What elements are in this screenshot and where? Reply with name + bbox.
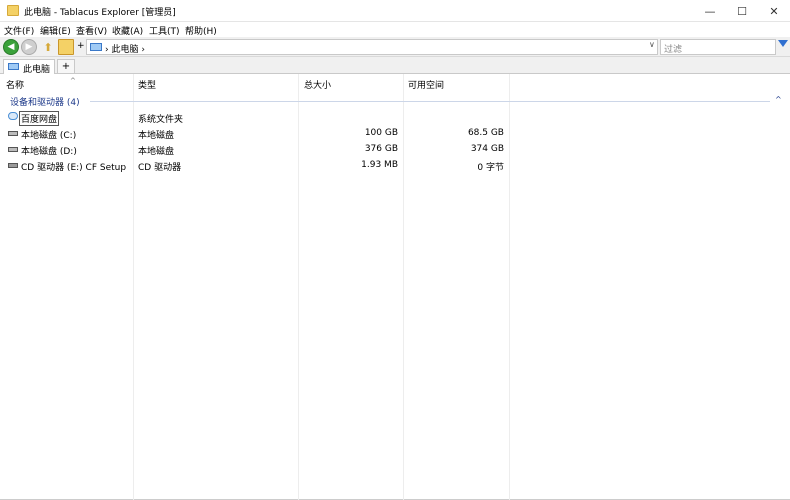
item-name: 本地磁盘 (D:) — [21, 147, 77, 157]
title-bar: 此电脑 - Tablacus Explorer [管理员] — ☐ ✕ — [0, 0, 790, 22]
item-type: 系统文件夹 — [138, 115, 184, 125]
item-type: CD 驱动器 — [138, 163, 182, 173]
folder-tree-icon[interactable] — [58, 39, 74, 55]
item-total-size: 376 GB — [364, 144, 398, 154]
add-button[interactable]: + — [77, 41, 85, 51]
toolbar: ◀ ▶ ⬆ + › 此电脑 › 过滤 — [0, 37, 790, 57]
minimize-button[interactable]: — — [694, 0, 726, 22]
filter-icon[interactable] — [778, 40, 788, 47]
up-folder-icon[interactable]: ⬆ — [40, 39, 56, 55]
sort-ascending-icon: ^ — [70, 77, 76, 85]
column-header-free-space[interactable]: 可用空间 — [408, 78, 444, 91]
list-item[interactable]: 本地磁盘 (C:) 本地磁盘 100 GB 68.5 GB — [0, 125, 790, 141]
address-bar[interactable]: › 此电脑 › — [86, 39, 658, 55]
menu-help[interactable]: 帮助(H) — [185, 24, 217, 37]
item-type: 本地磁盘 — [138, 147, 175, 157]
item-name: CD 驱动器 (E:) CF Setup — [21, 163, 127, 173]
address-dropdown-icon[interactable]: ∨ — [649, 40, 659, 54]
forward-button[interactable]: ▶ — [21, 39, 37, 55]
menu-edit[interactable]: 编辑(E) — [40, 24, 71, 37]
tab-strip: 此电脑 + — [0, 57, 790, 75]
close-button[interactable]: ✕ — [758, 0, 790, 22]
computer-icon — [8, 63, 19, 70]
item-total-size: 1.93 MB — [361, 160, 398, 170]
new-tab-button[interactable]: + — [57, 59, 75, 74]
item-free-space: 68.5 GB — [467, 128, 504, 138]
menu-view[interactable]: 查看(V) — [76, 24, 107, 37]
hard-drive-icon — [8, 131, 18, 136]
computer-icon — [90, 43, 102, 51]
tab-this-pc[interactable]: 此电脑 — [3, 59, 55, 75]
menu-bar: 文件(F) 编辑(E) 查看(V) 收藏(A) 工具(T) 帮助(H) — [0, 22, 790, 37]
column-header-total-size[interactable]: 总大小 — [304, 78, 331, 91]
back-button[interactable]: ◀ — [3, 39, 19, 55]
address-path[interactable]: › 此电脑 › — [105, 42, 145, 55]
list-item[interactable]: 百度网盘 系统文件夹 — [0, 109, 790, 126]
filter-input[interactable]: 过滤 — [660, 39, 776, 55]
filter-placeholder: 过滤 — [664, 45, 683, 55]
group-header[interactable]: 设备和驱动器 (4) — [10, 95, 80, 108]
maximize-button[interactable]: ☐ — [726, 0, 758, 22]
list-item[interactable]: 本地磁盘 (D:) 本地磁盘 376 GB 374 GB — [0, 141, 790, 157]
hard-drive-icon — [8, 147, 18, 152]
folder-icon — [7, 5, 19, 16]
cd-drive-icon — [8, 163, 18, 168]
window-title: 此电脑 - Tablacus Explorer [管理员] — [24, 8, 176, 18]
item-type: 本地磁盘 — [138, 131, 175, 141]
column-header-name[interactable]: 名称 ^ — [6, 77, 76, 91]
item-name: 本地磁盘 (C:) — [21, 131, 77, 141]
column-header-label: 名称 — [6, 81, 25, 91]
menu-file[interactable]: 文件(F) — [4, 24, 34, 37]
item-free-space: 374 GB — [470, 144, 504, 154]
item-total-size: 100 GB — [364, 128, 398, 138]
list-item[interactable]: CD 驱动器 (E:) CF Setup CD 驱动器 1.93 MB 0 字节 — [0, 157, 790, 173]
item-name: 百度网盘 — [19, 111, 60, 126]
item-free-space: 0 字节 — [477, 163, 504, 173]
menu-favorites[interactable]: 收藏(A) — [112, 24, 143, 37]
group-divider — [90, 101, 770, 102]
cloud-drive-icon — [8, 112, 18, 120]
column-header-type[interactable]: 类型 — [138, 78, 156, 91]
collapse-icon[interactable]: ^ — [775, 95, 782, 104]
file-list[interactable]: 名称 ^ 类型 总大小 可用空间 设备和驱动器 (4) ^ 百度网盘 系统文件夹… — [0, 74, 790, 500]
menu-tools[interactable]: 工具(T) — [149, 24, 180, 37]
